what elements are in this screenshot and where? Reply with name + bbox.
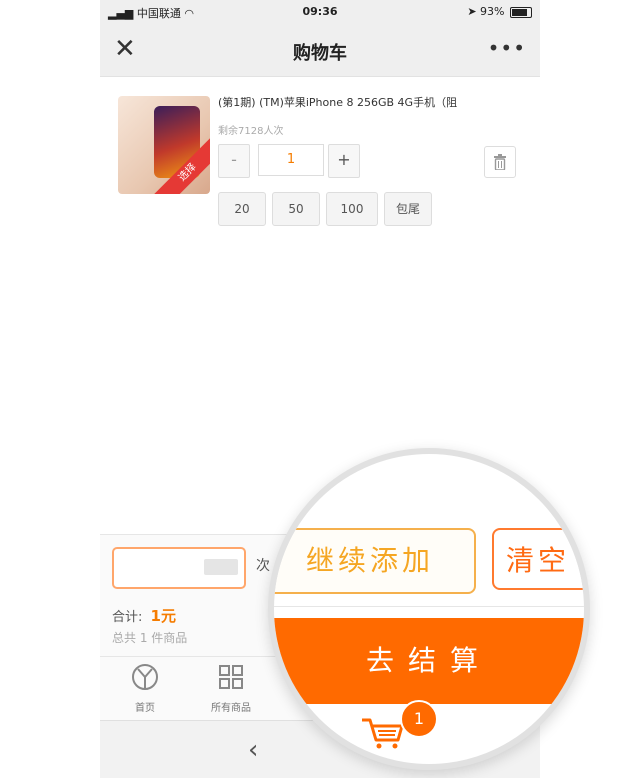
home-icon xyxy=(110,663,180,699)
location-icon: ➤ xyxy=(467,5,477,18)
cart-item: 选择 (第1期) (TM)苹果iPhone 8 256GB 4G手机（阻 剩余7… xyxy=(100,82,540,242)
item-count: 总共 1 件商品 xyxy=(112,631,188,645)
quick-amount-button[interactable]: 50 xyxy=(272,192,320,226)
cart-badge: 1 xyxy=(400,700,438,738)
nav-bar: ✕ 购物车 ••• xyxy=(100,24,540,77)
partial-label: 次 xyxy=(256,558,270,574)
back-icon[interactable]: ‹ xyxy=(248,735,258,765)
status-bar: ▂▄▆ 中国联通 ◠ 09:36 ➤ 93% xyxy=(100,0,540,24)
checkout-button[interactable]: 去结算 xyxy=(274,618,584,704)
quick-amount-button[interactable]: 包尾 xyxy=(384,192,432,226)
amount-input-button[interactable] xyxy=(204,559,238,575)
product-title[interactable]: (第1期) (TM)苹果iPhone 8 256GB 4G手机（阻 xyxy=(218,94,518,110)
total-value: 1元 xyxy=(150,607,176,625)
page-title: 购物车 xyxy=(293,43,347,64)
quick-amount-button[interactable]: 100 xyxy=(326,192,378,226)
quick-amount-button[interactable]: 20 xyxy=(218,192,266,226)
product-thumbnail[interactable]: 选择 xyxy=(118,96,210,194)
amount-input[interactable] xyxy=(112,547,246,589)
continue-adding-button[interactable]: 继续添加 xyxy=(274,528,476,594)
tab-home[interactable]: 首页 xyxy=(110,663,180,714)
magnifier-callout: 继续添加 清空 去结算 1 xyxy=(268,448,590,770)
total-label: 合计: xyxy=(112,610,143,625)
clear-cart-button[interactable]: 清空 xyxy=(492,528,584,590)
more-icon[interactable]: ••• xyxy=(488,36,526,60)
status-right: ➤ 93% xyxy=(467,5,532,18)
quantity-input[interactable]: 1 xyxy=(258,144,324,176)
divider xyxy=(274,606,584,607)
tab-all-products[interactable]: 所有商品 xyxy=(196,663,266,714)
trash-icon[interactable] xyxy=(484,146,516,178)
quantity-minus-button[interactable]: - xyxy=(218,144,250,178)
battery-icon xyxy=(510,6,532,18)
quantity-plus-button[interactable]: + xyxy=(328,144,360,178)
product-remaining: 剩余7128人次 xyxy=(218,126,284,137)
total-line: 合计: 1元 xyxy=(112,605,176,626)
grid-icon xyxy=(196,663,266,699)
